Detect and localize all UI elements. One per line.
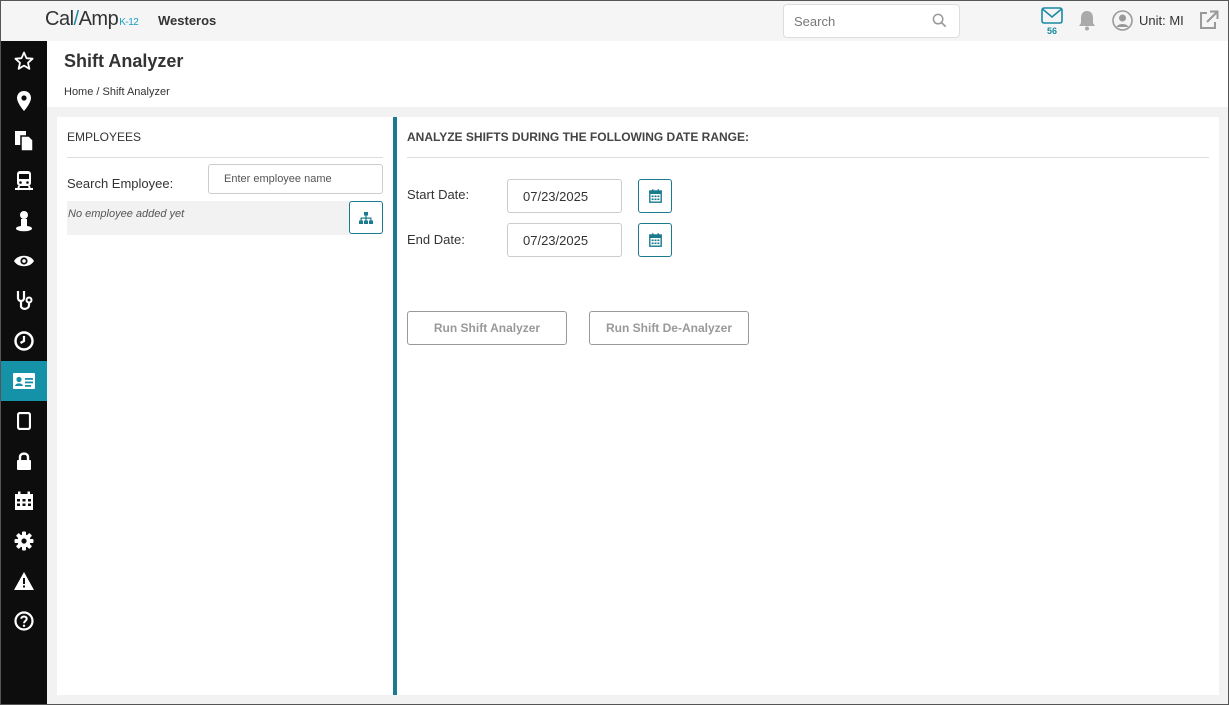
- mail-count-badge: 56: [1046, 26, 1057, 36]
- breadcrumb[interactable]: Home / Shift Analyzer: [64, 86, 170, 98]
- help-icon: [14, 611, 34, 631]
- user-menu-button[interactable]: [1112, 10, 1133, 36]
- run-shift-analyzer-button[interactable]: Run Shift Analyzer: [407, 311, 567, 345]
- org-hierarchy-button[interactable]: [349, 201, 383, 234]
- employees-panel: EMPLOYEES Search Employee: No employee a…: [57, 117, 393, 695]
- notifications-button[interactable]: [1077, 10, 1097, 36]
- sidebar-nav: [1, 41, 47, 704]
- user-avatar-icon: [1112, 10, 1133, 31]
- sidebar-item-devices[interactable]: [1, 401, 47, 441]
- external-link-button[interactable]: [1198, 10, 1219, 35]
- stethoscope-icon: [16, 291, 33, 310]
- id-card-icon: [13, 373, 35, 389]
- start-date-label: Start Date:: [407, 187, 470, 202]
- employee-search-input[interactable]: [208, 164, 383, 194]
- search-input[interactable]: [794, 14, 924, 29]
- page-title: Shift Analyzer: [64, 51, 184, 71]
- calendar-icon: [648, 233, 662, 247]
- tablet-icon: [17, 412, 31, 430]
- sidebar-item-monitoring[interactable]: [1, 241, 47, 281]
- bell-icon: [1079, 11, 1095, 31]
- end-date-picker-button[interactable]: [638, 223, 672, 257]
- sidebar-item-security[interactable]: [1, 441, 47, 481]
- clock-icon: [14, 331, 34, 351]
- run-shift-deanalyzer-button[interactable]: Run Shift De-Analyzer: [589, 311, 749, 345]
- unit-label[interactable]: Unit: MI: [1139, 13, 1184, 28]
- employee-list-empty: No employee added yet: [67, 201, 351, 235]
- sidebar-item-calendar[interactable]: [1, 481, 47, 521]
- mail-icon: [1041, 7, 1063, 24]
- app-window: Cal/AmpK-12 Westeros 56 Unit: MI: [0, 0, 1229, 705]
- lock-icon: [17, 452, 31, 470]
- warning-icon: [14, 572, 34, 590]
- calendar-icon: [15, 491, 33, 510]
- divider: [67, 157, 383, 158]
- sidebar-item-documents[interactable]: [1, 121, 47, 161]
- map-marker-icon: [17, 91, 31, 111]
- calendar-icon: [648, 189, 662, 203]
- sidebar-item-shift-analyzer[interactable]: [1, 361, 47, 401]
- documents-icon: [15, 131, 34, 152]
- page-header: Shift Analyzer Home / Shift Analyzer: [47, 41, 1228, 107]
- organization-name: Westeros: [158, 13, 217, 28]
- global-search[interactable]: [783, 4, 960, 38]
- analyze-panel-title: ANALYZE SHIFTS DURING THE FOLLOWING DATE…: [407, 130, 749, 144]
- sidebar-item-locations[interactable]: [1, 81, 47, 121]
- sidebar-item-settings[interactable]: [1, 521, 47, 561]
- employees-panel-title: EMPLOYEES: [67, 130, 142, 144]
- end-date-label: End Date:: [407, 232, 465, 247]
- start-date-picker-button[interactable]: [638, 179, 672, 213]
- sidebar-item-help[interactable]: [1, 601, 47, 641]
- search-icon[interactable]: [932, 13, 947, 33]
- eye-icon: [14, 255, 34, 267]
- calamp-logo[interactable]: Cal/AmpK-12: [45, 8, 139, 31]
- sitemap-icon: [359, 211, 373, 224]
- end-date-input[interactable]: [507, 223, 622, 257]
- sidebar-item-transportation[interactable]: [1, 161, 47, 201]
- person-icon: [16, 211, 32, 232]
- sidebar-item-health[interactable]: [1, 281, 47, 321]
- gear-icon: [14, 531, 34, 551]
- divider: [407, 157, 1209, 158]
- analyze-panel: ANALYZE SHIFTS DURING THE FOLLOWING DATE…: [397, 117, 1219, 695]
- sidebar-item-favorites[interactable]: [1, 41, 47, 81]
- start-date-input[interactable]: [507, 179, 622, 213]
- search-employee-label: Search Employee:: [67, 176, 174, 191]
- star-icon: [14, 51, 34, 70]
- sidebar-item-people[interactable]: [1, 201, 47, 241]
- sidebar-item-alerts[interactable]: [1, 561, 47, 601]
- bus-icon: [15, 171, 33, 191]
- empty-employee-message: No employee added yet: [68, 208, 185, 220]
- top-bar: Cal/AmpK-12 Westeros 56 Unit: MI: [1, 1, 1228, 41]
- messages-button[interactable]: 56: [1041, 7, 1063, 37]
- sidebar-item-time[interactable]: [1, 321, 47, 361]
- external-link-icon: [1200, 10, 1219, 29]
